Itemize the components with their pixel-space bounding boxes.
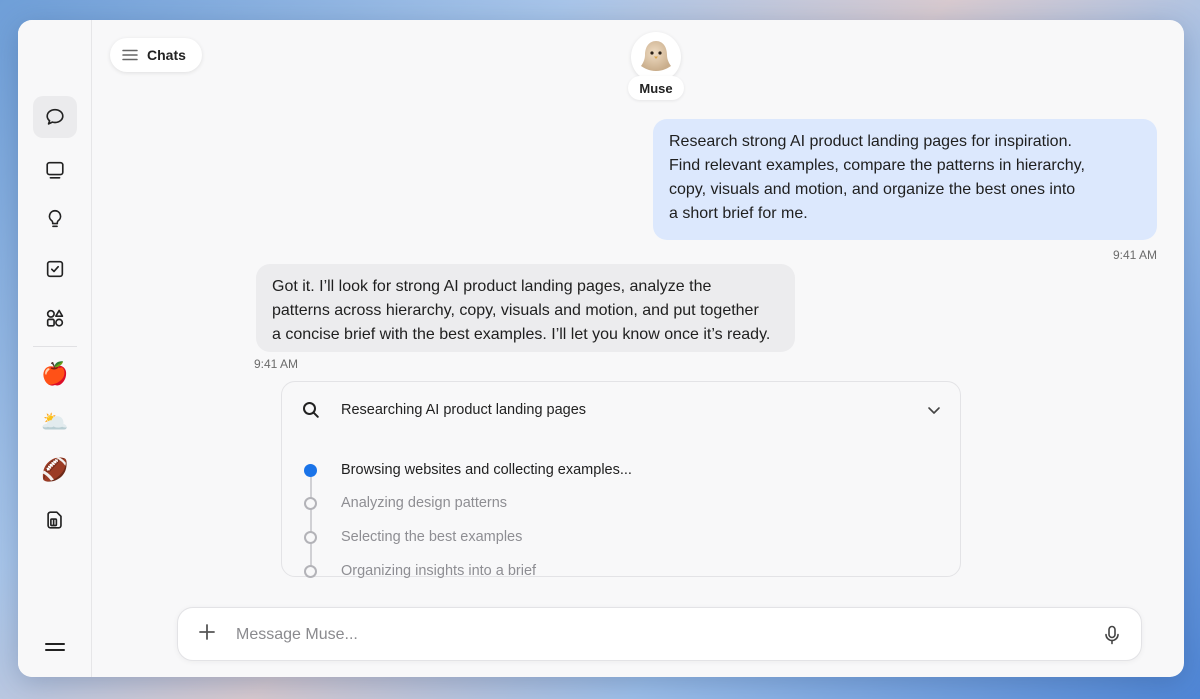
step-active-dot (304, 464, 317, 477)
sun-behind-cloud-emoji-icon: 🌥️ (41, 409, 69, 434)
document-icon (47, 511, 62, 529)
step-label: Analyzing design patterns (341, 495, 508, 511)
plus-icon (199, 624, 215, 640)
user-message-time: 9:41 AM (1112, 248, 1157, 262)
sidebar-item-document[interactable] (33, 499, 77, 541)
step-pending-dot (304, 565, 317, 578)
sidebar-item-display[interactable] (33, 149, 77, 191)
sidebar-divider (33, 346, 77, 347)
apple-emoji-icon: 🍎 (41, 361, 69, 386)
assistant-message-bubble: Got it. I’ll look for strong AI product … (256, 264, 795, 352)
sidebar-item-tasks[interactable] (33, 248, 77, 290)
step-pending-dot (304, 497, 317, 510)
research-step: Selecting the best examples (282, 528, 960, 548)
assistant-message-time: 9:41 AM (254, 357, 299, 371)
research-card-header[interactable]: Researching AI product landing pages (282, 382, 960, 438)
app-window: 🍎 🌥️ 🏈 Chats Muse Research strong AI pro… (18, 20, 1184, 677)
shapes-icon (46, 309, 64, 327)
research-progress-card: Researching AI product landing pages Bro… (281, 381, 961, 579)
step-label: Selecting the best examples (341, 529, 523, 545)
lightbulb-icon (48, 209, 62, 228)
step-label: Browsing websites and collecting example… (341, 462, 632, 478)
chat-bubble-icon (46, 108, 64, 125)
search-icon (303, 402, 319, 418)
step-label: Organizing insights into a brief (341, 563, 537, 579)
sidebar-menu-button[interactable] (33, 632, 77, 662)
sidebar-item-weather[interactable]: 🌥️ (33, 401, 77, 443)
chats-label: Chats (147, 47, 186, 63)
checkbox-icon (46, 260, 64, 278)
list-icon (122, 49, 138, 61)
sidebar-item-ideas[interactable] (33, 198, 77, 240)
chats-button[interactable]: Chats (110, 38, 202, 72)
sidebar-item-apple[interactable]: 🍎 (33, 353, 77, 395)
display-icon (46, 161, 64, 179)
sidebar-item-football[interactable]: 🏈 (33, 449, 77, 491)
sidebar: 🍎 🌥️ 🏈 (18, 20, 92, 677)
message-input[interactable] (236, 621, 1056, 649)
chevron-down-icon[interactable] (926, 402, 942, 418)
sidebar-item-apps[interactable] (33, 297, 77, 339)
step-connector-line (310, 477, 312, 573)
menu-icon (45, 643, 65, 651)
bird-mascot-icon (641, 41, 671, 71)
research-step: Analyzing design patterns (282, 494, 960, 514)
research-step: Organizing insights into a brief (282, 562, 960, 582)
assistant-avatar[interactable] (631, 32, 681, 82)
research-step: Browsing websites and collecting example… (282, 461, 960, 481)
message-composer (177, 607, 1142, 661)
step-pending-dot (304, 531, 317, 544)
user-message-bubble: Research strong AI product landing pages… (653, 119, 1157, 240)
football-emoji-icon: 🏈 (41, 457, 69, 482)
research-title: Researching AI product landing pages (341, 402, 587, 418)
sidebar-item-chats[interactable] (33, 96, 77, 138)
add-attachment-button[interactable] (196, 623, 218, 645)
assistant-name: Muse (628, 76, 684, 100)
microphone-icon[interactable] (1103, 625, 1121, 645)
